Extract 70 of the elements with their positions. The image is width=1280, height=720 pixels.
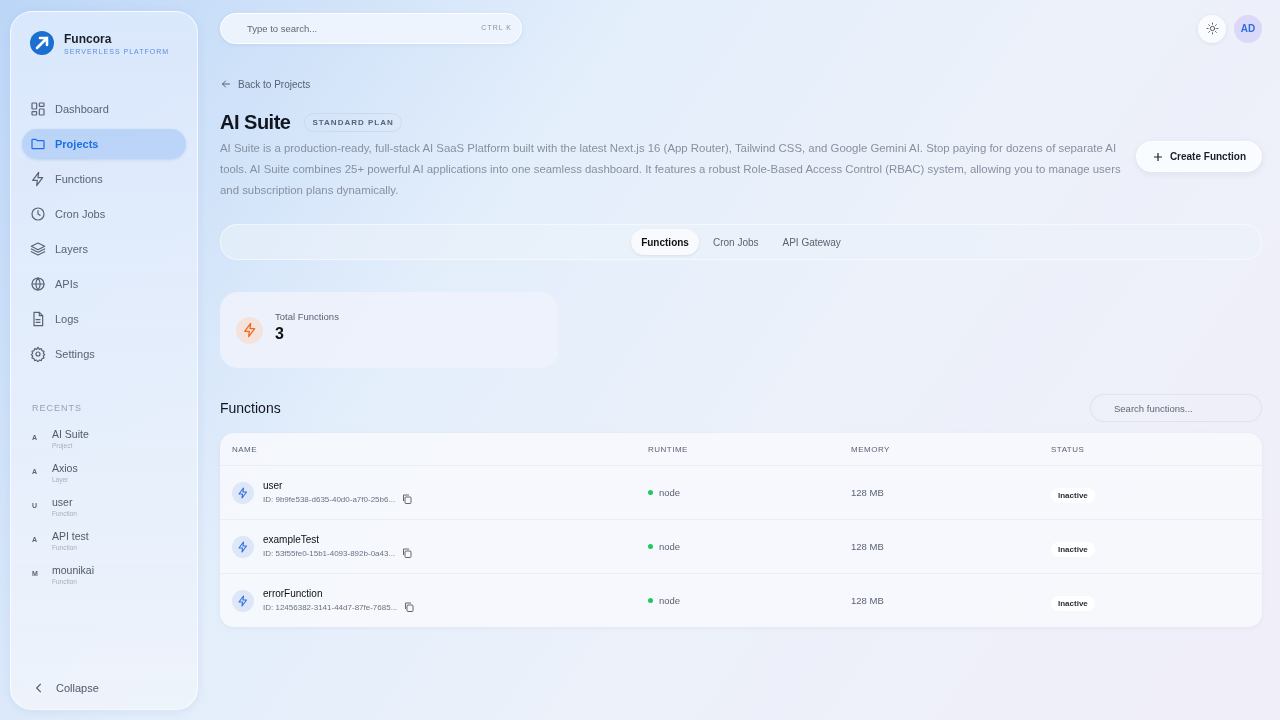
project-description: AI Suite is a production-ready, full-stack AI SaaS Platform built with the latest Next.js 16 (App Router), Tailwind CSS, and Google Gemini AI. Stop paying for dozens of separate AI tools. AI Suite combines 25+ powerful AI applications into one seamless dashboard. It features a robust Role-Based Access Control (RBAC) system, allowing you to manage users and subscription plans dynamically. <box>220 141 1122 198</box>
globe-icon <box>30 276 46 292</box>
memory-text: 128 MB <box>851 487 885 498</box>
memory-text: 128 MB <box>851 595 885 606</box>
logo-icon <box>29 30 55 56</box>
column-header: RUNTIME <box>648 444 689 454</box>
grid-icon <box>30 101 46 117</box>
section-heading: RECENTS <box>32 403 83 413</box>
back-link[interactable]: Back to Projects <box>220 78 311 90</box>
lightning-icon <box>232 535 254 558</box>
status-badge: Inactive <box>1051 487 1095 503</box>
project-title: AI Suite <box>220 111 291 134</box>
status-badge: Inactive <box>1051 541 1095 557</box>
memory-text: 128 MB <box>851 541 885 552</box>
function-id: ID: 12456382-3141-44d7-87fe-7685... <box>263 602 398 612</box>
clock-icon <box>30 206 46 222</box>
lightning-icon <box>232 589 254 612</box>
plus-icon <box>1151 150 1164 163</box>
stat-label: Total Functions <box>275 311 339 322</box>
settings-icon <box>30 346 46 362</box>
nav-item[interactable]: APIs <box>22 269 186 299</box>
runtime-text: node <box>659 595 681 606</box>
recent-item-link[interactable]: API test <box>52 530 89 542</box>
copy-icon[interactable] <box>403 601 416 613</box>
nav-item[interactable]: Settings <box>22 339 186 369</box>
status-dot <box>648 598 653 603</box>
nav-item[interactable]: Cron Jobs <box>22 199 186 229</box>
tab[interactable]: Functions <box>631 229 699 255</box>
search-functions-field[interactable]: Search functions... <box>1090 394 1262 422</box>
arrow-left-icon <box>220 78 232 90</box>
section-title: Functions <box>220 400 281 416</box>
lightning-icon <box>232 481 254 504</box>
runtime-text: node <box>659 487 681 498</box>
nav-item[interactable]: Layers <box>22 234 186 264</box>
recent-item-link[interactable]: user <box>52 496 77 508</box>
recent-item-link[interactable]: AI Suite <box>52 428 89 440</box>
function-id: ID: 53f55fe0-15b1-4093-892b-0a43... <box>263 548 396 558</box>
function-name: exampleTest <box>263 534 321 545</box>
theme-toggle-button[interactable] <box>1198 14 1226 43</box>
tab[interactable]: Cron Jobs <box>702 229 769 255</box>
column-header: MEMORY <box>851 444 891 454</box>
collapse-button[interactable]: Collapse <box>22 681 186 695</box>
tab[interactable]: API Gateway <box>772 229 851 255</box>
document-icon <box>30 311 46 327</box>
lightning-icon <box>30 171 46 187</box>
function-name: errorFunction <box>263 588 324 599</box>
nav-item[interactable]: Dashboard <box>22 94 186 124</box>
status-dot <box>648 490 653 495</box>
stat-value: 3 <box>275 325 285 343</box>
status-dot <box>648 544 653 549</box>
recent-item-link[interactable]: mounikai <box>52 564 95 576</box>
column-header: STATUS <box>1051 444 1086 454</box>
copy-icon[interactable] <box>401 547 414 559</box>
sun-icon <box>1205 22 1219 35</box>
recent-item-link[interactable]: Axios <box>52 462 78 474</box>
status-badge: Inactive <box>1051 595 1095 611</box>
nav-item[interactable]: Projects <box>22 129 186 159</box>
nav-item[interactable]: Functions <box>22 164 186 194</box>
layers-icon <box>30 241 46 257</box>
nav-item[interactable]: Logs <box>22 304 186 334</box>
folder-icon <box>30 136 46 152</box>
lightning-icon <box>236 316 263 344</box>
function-id: ID: 9b9fe538-d635-40d0-a7f0-25b6... <box>263 494 396 504</box>
copy-icon[interactable] <box>401 493 414 505</box>
brand-name: Funcora <box>64 31 113 46</box>
column-header: NAME <box>232 444 259 454</box>
function-name: user <box>263 480 284 491</box>
user-avatar[interactable]: AD <box>1234 14 1262 43</box>
runtime-text: node <box>659 541 681 552</box>
create-function-button[interactable]: Create Function <box>1135 141 1262 172</box>
